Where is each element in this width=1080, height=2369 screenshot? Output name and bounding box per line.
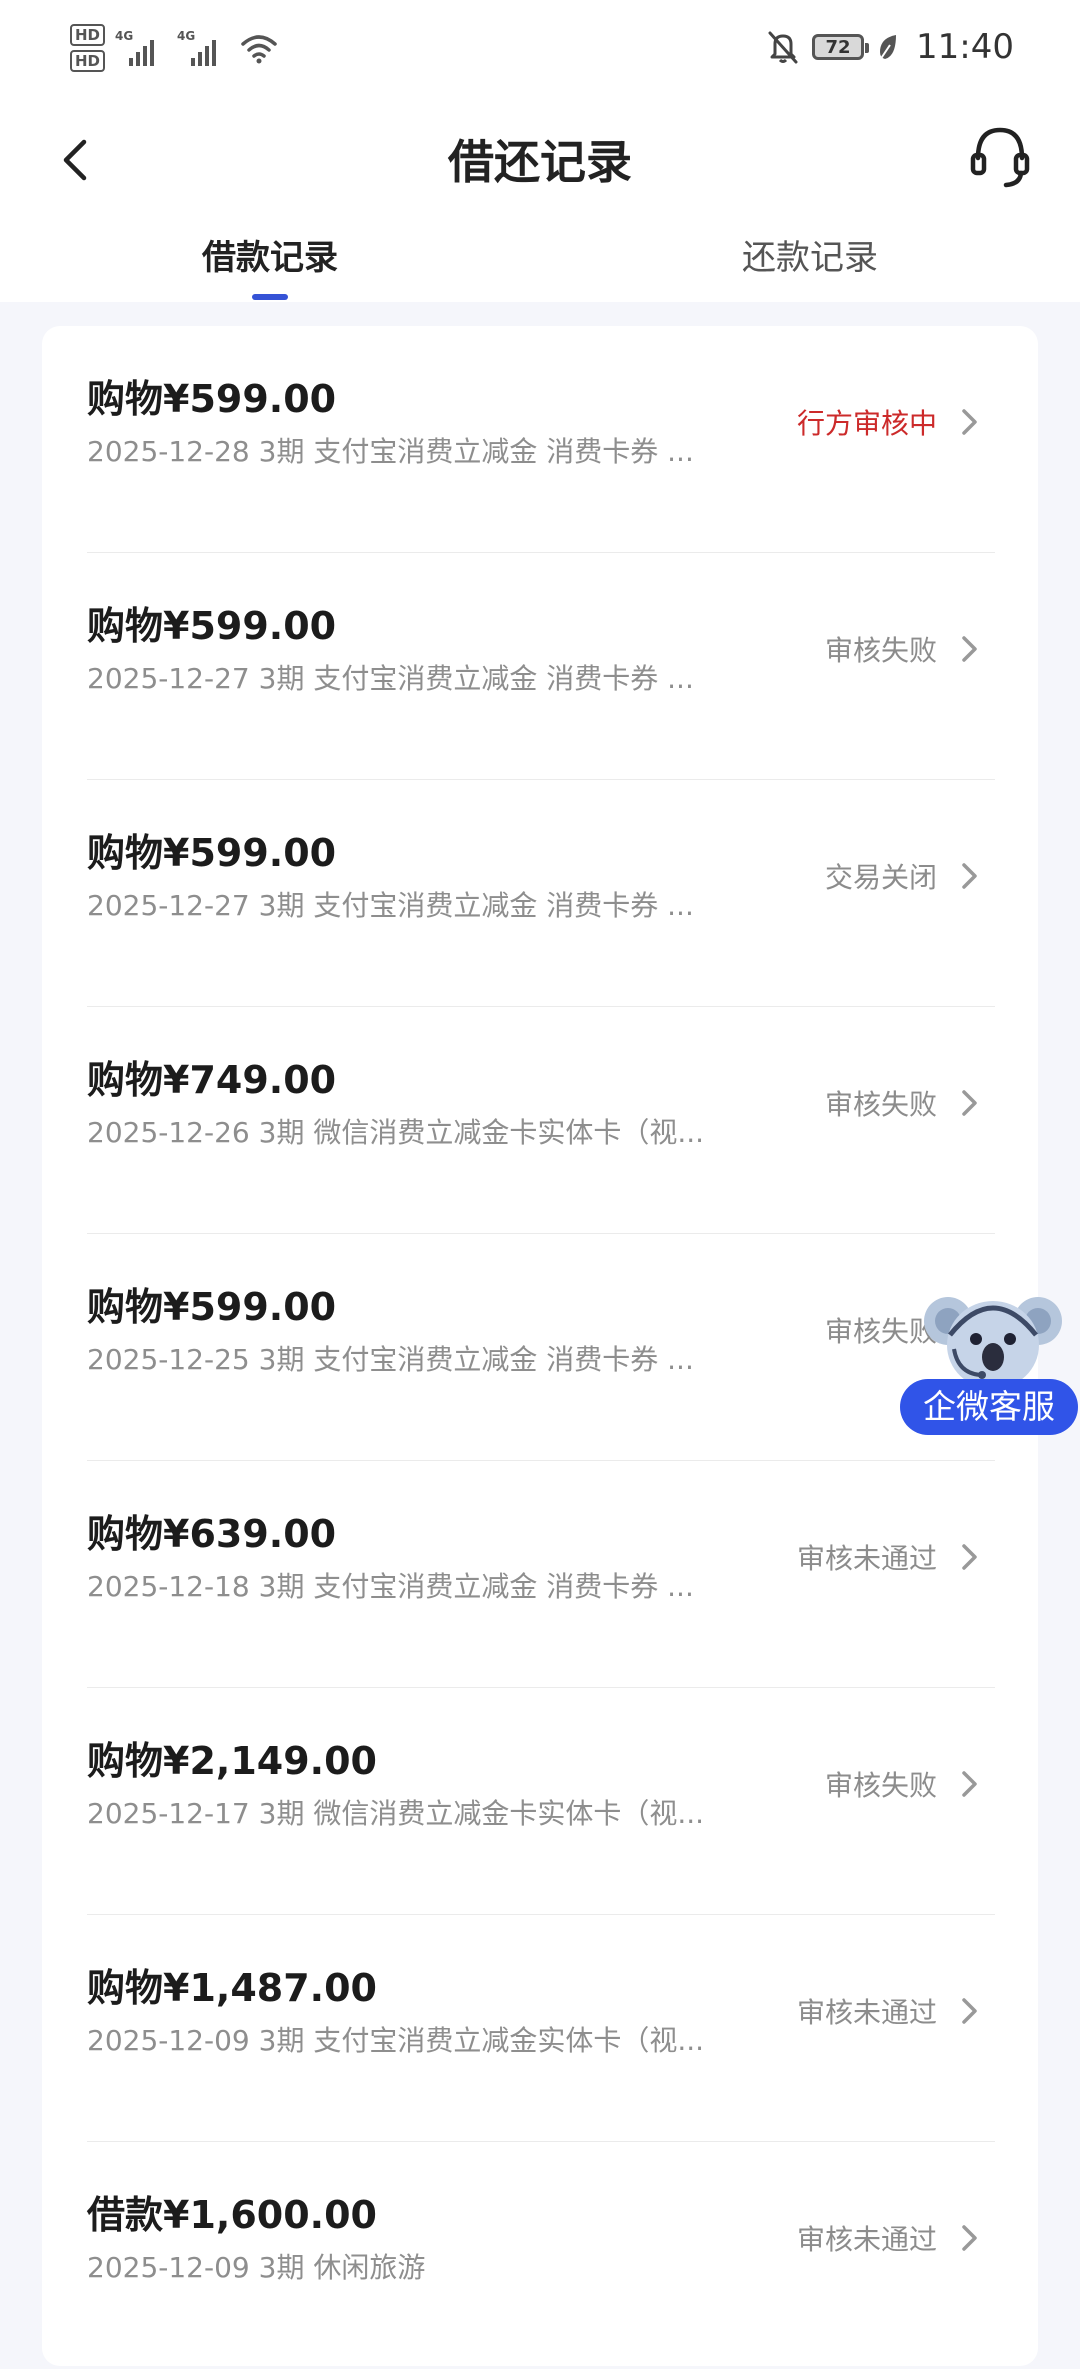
network1-label: 4G [115, 29, 133, 43]
header: 借还记录 [0, 96, 1080, 222]
chevron-right-icon [962, 1771, 977, 1797]
record-details: 2025-12-27 3期 支付宝消费立减金 消费卡券 ... [87, 662, 694, 695]
record-amount: 购物¥2,149.00 [87, 1739, 377, 1783]
sim1-hd-badge: HD [70, 24, 106, 46]
status-time: 11:40 [916, 27, 1014, 67]
bell-muted-icon [768, 31, 798, 64]
chevron-left-icon[interactable] [48, 128, 104, 192]
signal-icon: 4G [115, 29, 155, 66]
chevron-right-icon [962, 1998, 977, 2024]
record-details: 2025-12-25 3期 支付宝消费立减金 消费卡券 ... [87, 1343, 694, 1376]
status-badge: 审核失败 [824, 1088, 937, 1121]
record-amount: 购物¥1,487.00 [87, 1966, 377, 2010]
status-badge: 审核未通过 [796, 1996, 937, 2029]
list-item[interactable]: 购物¥749.00 2025-12-26 3期 微信消费立减金卡实体卡（视...… [87, 1007, 995, 1234]
status-badge: 行方审核中 [796, 407, 937, 440]
list-item[interactable]: 购物¥639.00 2025-12-18 3期 支付宝消费立减金 消费卡券 ..… [87, 1461, 995, 1688]
list-item[interactable]: 购物¥599.00 2025-12-27 3期 支付宝消费立减金 消费卡券 ..… [87, 780, 995, 1007]
record-amount: 购物¥599.00 [87, 1285, 337, 1329]
record-amount: 借款¥1,600.00 [87, 2193, 377, 2237]
status-bar: HD HD 4G 4G 72 11:40 [0, 0, 1080, 96]
tab-loan-records[interactable]: 借款记录 [0, 230, 540, 279]
record-amount: 购物¥599.00 [87, 604, 337, 648]
record-amount: 购物¥599.00 [87, 377, 337, 421]
chevron-right-icon [962, 636, 977, 662]
list-item[interactable]: 购物¥1,487.00 2025-12-09 3期 支付宝消费立减金实体卡（视.… [87, 1915, 995, 2142]
page-title: 借还记录 [448, 135, 632, 189]
status-bar-left: HD HD 4G 4G [70, 18, 279, 78]
wecom-service-label: 企微客服 [900, 1379, 1078, 1435]
record-details: 2025-12-09 3期 休闲旅游 [87, 2251, 426, 2284]
tab-repayment-records[interactable]: 还款记录 [540, 230, 1080, 279]
status-badge: 审核失败 [824, 634, 937, 667]
list-item[interactable]: 购物¥2,149.00 2025-12-17 3期 微信消费立减金卡实体卡（视.… [87, 1688, 995, 1915]
wecom-service-button[interactable]: 企微客服 [898, 1285, 1080, 1440]
record-amount: 购物¥749.00 [87, 1058, 337, 1102]
record-details: 2025-12-28 3期 支付宝消费立减金 消费卡券 ... [87, 435, 694, 468]
status-bar-right: 72 11:40 [766, 22, 1014, 72]
record-amount: 购物¥599.00 [87, 831, 337, 875]
chevron-right-icon [962, 1544, 977, 1570]
record-details: 2025-12-09 3期 支付宝消费立减金实体卡（视... [87, 2024, 705, 2057]
chevron-right-icon [962, 863, 977, 889]
sim2-hd-badge: HD [70, 50, 106, 72]
list-item[interactable]: 借款¥1,600.00 2025-12-09 3期 休闲旅游 审核未通过 [87, 2142, 995, 2369]
chevron-right-icon [962, 2225, 977, 2251]
chevron-right-icon [962, 409, 977, 435]
record-details: 2025-12-18 3期 支付宝消费立减金 消费卡券 ... [87, 1570, 694, 1603]
record-amount: 购物¥639.00 [87, 1512, 337, 1556]
status-badge: 审核未通过 [796, 1542, 937, 1575]
headset-icon[interactable] [968, 122, 1032, 192]
record-details: 2025-12-17 3期 微信消费立减金卡实体卡（视... [87, 1797, 705, 1830]
signal-icon: 4G [177, 29, 217, 66]
list-item[interactable]: 购物¥599.00 2025-12-25 3期 支付宝消费立减金 消费卡券 ..… [87, 1234, 995, 1461]
record-details: 2025-12-27 3期 支付宝消费立减金 消费卡券 ... [87, 889, 694, 922]
chevron-right-icon [962, 1090, 977, 1116]
wifi-icon [241, 35, 277, 64]
status-badge: 审核未通过 [796, 2223, 937, 2256]
list-item[interactable]: 购物¥599.00 2025-12-28 3期 支付宝消费立减金 消费卡券 ..… [87, 326, 995, 553]
status-badge: 审核失败 [824, 1769, 937, 1802]
list-item[interactable]: 购物¥599.00 2025-12-27 3期 支付宝消费立减金 消费卡券 ..… [87, 553, 995, 780]
status-badge: 交易关闭 [824, 861, 937, 894]
leaf-icon [879, 35, 897, 61]
active-tab-indicator [252, 294, 288, 300]
sim-indicators: HD HD [70, 24, 106, 72]
network2-label: 4G [177, 29, 195, 43]
battery-icon: 72 [812, 34, 870, 60]
record-details: 2025-12-26 3期 微信消费立减金卡实体卡（视... [87, 1116, 705, 1149]
records-list: 购物¥599.00 2025-12-28 3期 支付宝消费立减金 消费卡券 ..… [42, 326, 1038, 2366]
record-tabs: 借款记录 还款记录 [0, 222, 1080, 302]
